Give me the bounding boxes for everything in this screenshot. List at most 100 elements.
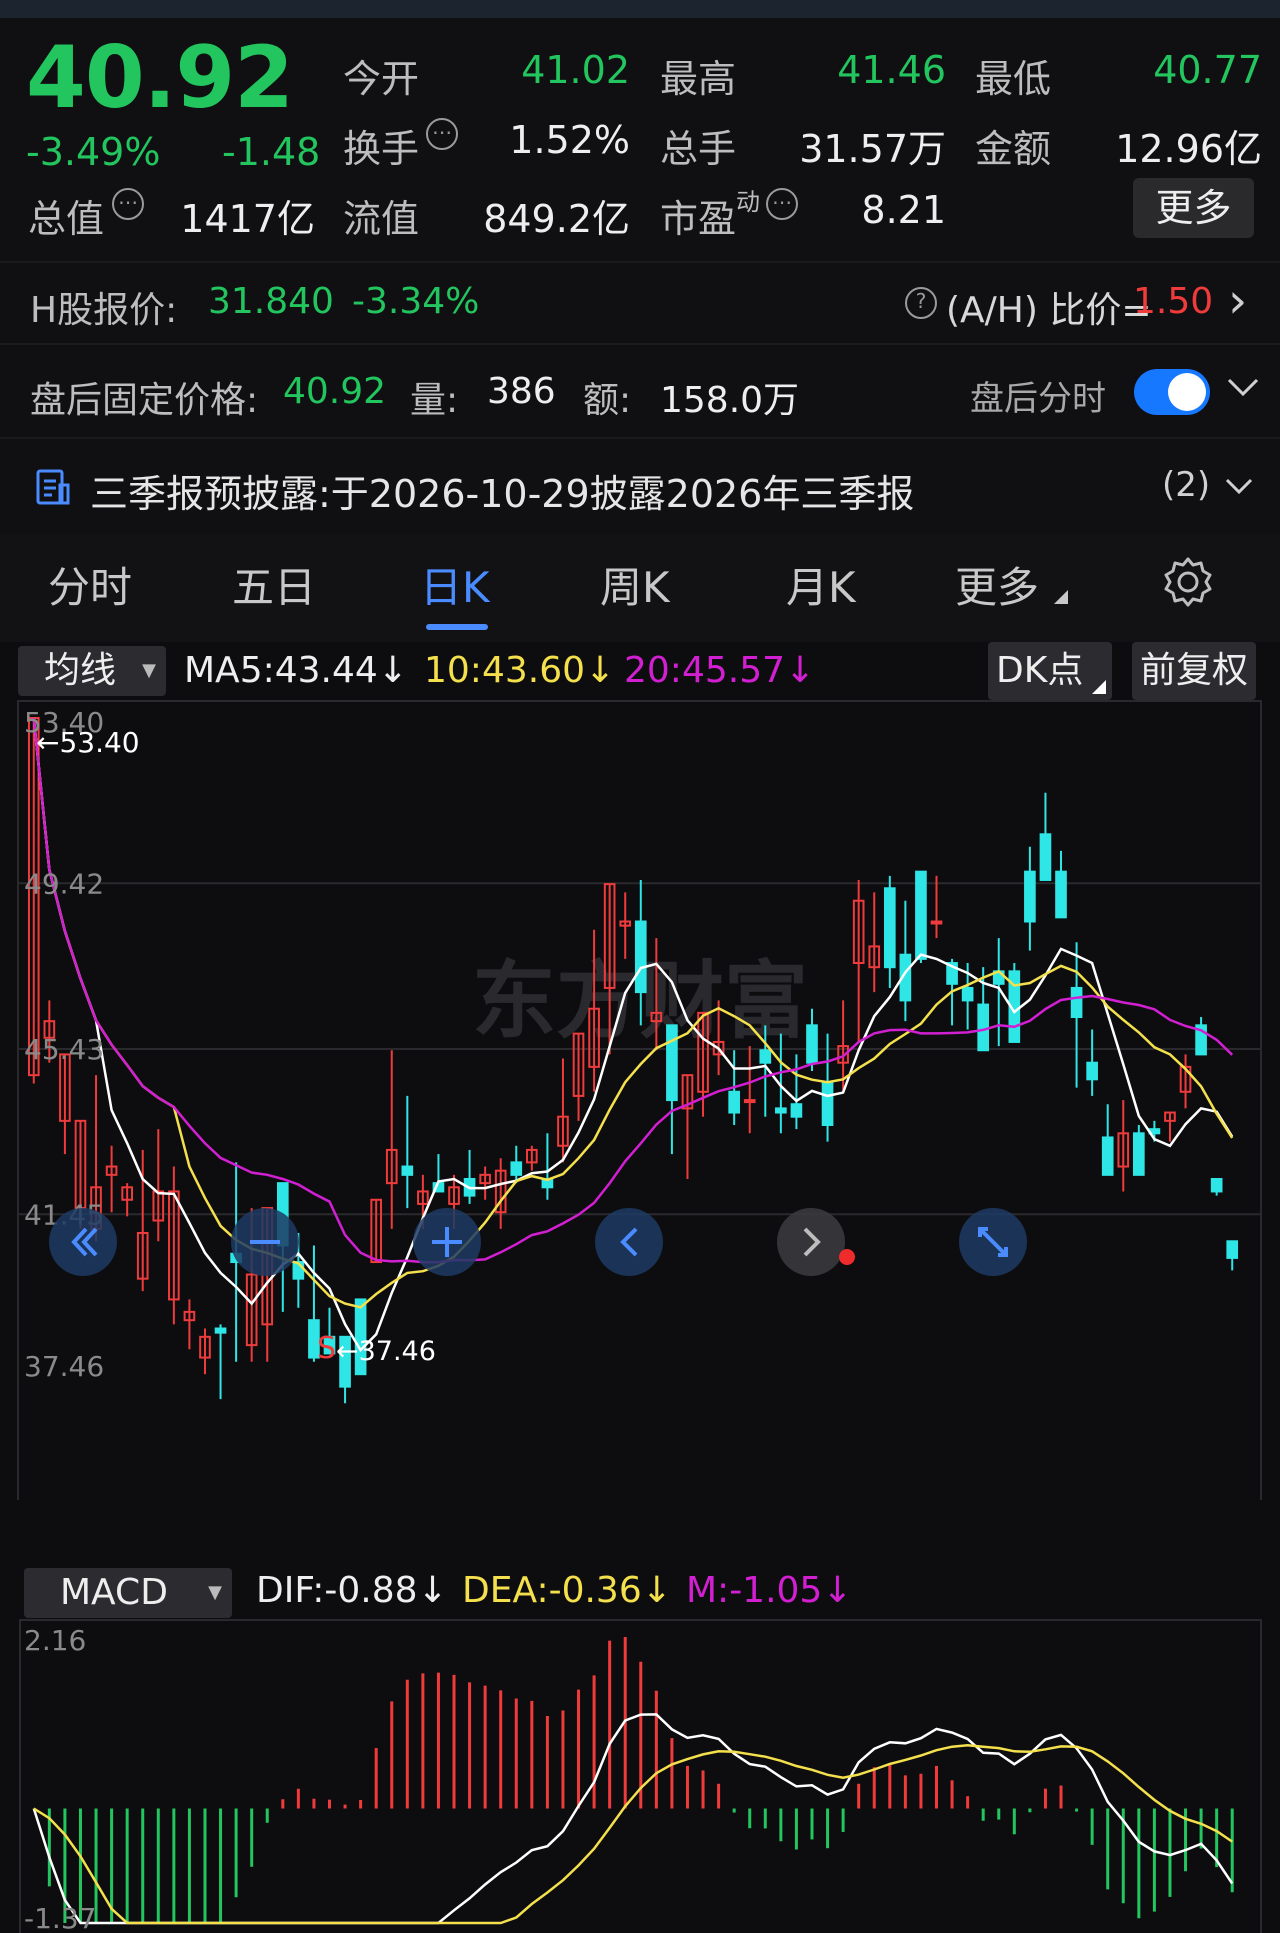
kline-frame (17, 700, 1262, 1500)
adjust-button[interactable]: 前复权 (1132, 642, 1256, 700)
hshare-price: 31.840 (208, 281, 334, 322)
candle-body (790, 1103, 803, 1118)
chart-area: 均线 ▼ MA5:43.44↓ 10:43.60↓ 20:45.57↓ DK点 … (0, 642, 1280, 1933)
zoom-out-icon[interactable] (230, 1207, 300, 1277)
float-value: 849.2亿 (483, 197, 630, 241)
settings-gear-icon[interactable] (1160, 554, 1216, 610)
notice-row[interactable]: 三季报预披露:于2026-10-29披露2026年三季报 (2) (0, 439, 1280, 534)
macd-tick-bottom: -1.37 (24, 1902, 96, 1933)
candle-body (1133, 1132, 1145, 1176)
corner-triangle-icon (1054, 590, 1068, 604)
afterhours-row: 盘后固定价格: 40.92 量: 386 额: 158.0万 盘后分时 (0, 345, 1280, 437)
candle-body (1055, 870, 1067, 919)
notice-count: (2) (1162, 465, 1211, 505)
volume-label: 总手 (660, 127, 737, 171)
amount-label: 金额 (975, 127, 1052, 171)
float-label: 流值 (343, 197, 420, 241)
dea-readout: DEA:-0.36↓ (462, 1570, 672, 1611)
macd-select-label: MACD (60, 1572, 168, 1613)
low-value: 40.77 (1153, 48, 1262, 92)
pe-info-icon[interactable]: ⋯ (766, 188, 798, 220)
turnover-info-icon[interactable]: ⋯ (426, 118, 458, 150)
ma10-readout: 10:43.60↓ (424, 650, 616, 691)
previous-icon[interactable] (594, 1207, 664, 1277)
hshare-row[interactable]: H股报价: 31.840 -3.34% ? (A/H) 比价= 1.50 › (0, 263, 1280, 343)
tab-five-day[interactable]: 五日 (232, 554, 316, 615)
last-price: 40.92 (26, 28, 294, 128)
ah-ratio-label: (A/H) 比价= (946, 290, 1152, 331)
ma5-readout: MA5:43.44↓ (184, 650, 408, 691)
tab-monthly-k[interactable]: 月K (786, 554, 856, 615)
ma-select-label: 均线 (44, 650, 117, 691)
top-status-strip (0, 0, 1280, 18)
chevron-right-icon[interactable]: › (1228, 273, 1247, 329)
dk-point-label: DK点 (996, 650, 1084, 691)
corner-triangle-icon (1092, 680, 1106, 694)
tab-intraday[interactable]: 分时 (48, 554, 132, 615)
open-value: 41.02 (521, 48, 630, 92)
kline-chart[interactable]: 东方财富 53.4049.4245.4341.4537.46 ←53.40 ←3… (0, 700, 1280, 1500)
afterhours-amt: 158.0万 (660, 380, 800, 421)
candle-body (743, 1099, 756, 1104)
candle-body (977, 1003, 990, 1052)
mktcap-info-icon[interactable]: ⋯ (112, 188, 144, 220)
notice-text: 三季报预披露:于2026-10-29披露2026年三季报 (90, 472, 915, 516)
dk-point-button[interactable]: DK点 (988, 642, 1112, 700)
chevron-down-icon[interactable] (1224, 475, 1254, 497)
candle-body (1024, 870, 1036, 923)
high-label: 最高 (660, 57, 737, 101)
ma-indicator-select[interactable]: 均线 ▼ (18, 646, 166, 696)
sell-signal-marker: S (317, 1331, 336, 1366)
candle-body (961, 986, 974, 1002)
active-tab-underline (426, 624, 488, 630)
volume-value: 31.57万 (799, 127, 946, 171)
chevron-down-icon[interactable] (1226, 375, 1260, 399)
candle-body (401, 1165, 414, 1176)
kline-y-tick: 37.46 (24, 1350, 104, 1383)
afterhours-vol: 386 (487, 371, 556, 412)
afterhours-toggle[interactable] (1134, 369, 1210, 415)
tab-more[interactable]: 更多 (955, 554, 1039, 615)
hshare-percent: -3.34% (352, 281, 480, 322)
pe-value: 8.21 (861, 188, 946, 232)
low-label: 最低 (975, 57, 1052, 101)
next-icon[interactable] (776, 1207, 856, 1277)
macd-indicator-select[interactable]: MACD ▼ (24, 1568, 232, 1618)
candle-body (510, 1161, 523, 1176)
pe-label: 市盈 (660, 197, 737, 241)
fullscreen-icon[interactable] (958, 1207, 1028, 1277)
afterhours-price: 40.92 (283, 371, 387, 412)
candle-body (883, 887, 896, 969)
candle-body (666, 1024, 678, 1102)
candle-body (1101, 1136, 1114, 1176)
period-tabs: 分时 五日 日K 周K 月K 更多 (0, 534, 1280, 642)
toggle-knob (1168, 373, 1206, 411)
max-price-marker: ←53.40 (36, 726, 140, 759)
more-button[interactable]: 更多 (1133, 178, 1254, 238)
dea-line (33, 1743, 1233, 1925)
afterhours-toggle-label: 盘后分时 (970, 379, 1106, 419)
change-amount: -1.48 (222, 130, 321, 174)
afterhours-label: 盘后固定价格: (30, 380, 259, 421)
candle-body (759, 1049, 772, 1064)
pe-sup: 动 (736, 188, 760, 216)
kline-y-tick: 45.43 (24, 1033, 104, 1066)
help-icon[interactable]: ? (905, 287, 937, 319)
turnover-value: 1.52% (509, 118, 630, 162)
m-readout: M:-1.05↓ (686, 1570, 853, 1611)
candle-body (821, 1082, 834, 1127)
ma20-readout: 20:45.57↓ (624, 650, 816, 691)
kline-y-tick: 49.42 (24, 867, 104, 900)
macd-chart[interactable]: 2.16 -1.37 (0, 1618, 1280, 1933)
kline-y-ticks: 53.4049.4245.4341.4537.46 (24, 706, 104, 1383)
rewind-fast-icon[interactable] (48, 1207, 118, 1277)
zoom-in-icon[interactable] (412, 1207, 482, 1277)
candle-body (915, 870, 927, 960)
candle-body (775, 1107, 787, 1114)
candle-body (930, 920, 943, 925)
tab-weekly-k[interactable]: 周K (600, 554, 670, 615)
tab-daily-k[interactable]: 日K (420, 554, 490, 615)
candle-body (1070, 986, 1083, 1019)
dif-line (32, 1713, 1234, 1925)
amount-value: 12.96亿 (1115, 127, 1262, 171)
